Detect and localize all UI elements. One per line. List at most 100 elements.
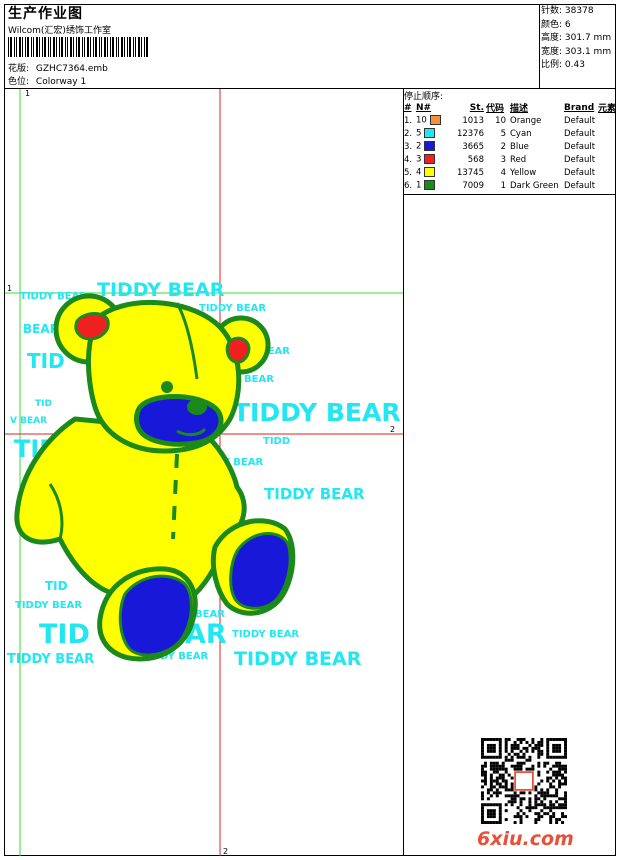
qr-module <box>519 755 523 759</box>
qr-module <box>552 770 556 774</box>
qr-module <box>540 749 544 753</box>
qr-module <box>510 785 514 789</box>
qr-module <box>549 815 553 819</box>
qr-module <box>552 746 556 750</box>
barcode-bar <box>116 37 117 57</box>
qr-module <box>534 746 538 750</box>
qr-module <box>495 779 499 783</box>
qr-module <box>540 740 544 744</box>
barcode-bar <box>33 37 34 57</box>
qr-module <box>498 785 502 789</box>
qr-module <box>504 818 508 822</box>
qr-module <box>519 821 523 824</box>
table-divider <box>403 194 616 195</box>
qr-module <box>549 818 553 822</box>
qr-module <box>492 815 496 819</box>
qr-module <box>510 764 514 768</box>
qr-module <box>555 818 559 822</box>
qr-module <box>549 782 553 786</box>
qr-module <box>546 761 550 765</box>
barcode-bar <box>14 37 15 57</box>
qr-module <box>552 779 556 783</box>
qr-module <box>501 779 505 783</box>
qr-module <box>489 767 493 771</box>
qr-module <box>513 794 517 798</box>
qr-module <box>481 806 484 810</box>
guide-label-h1: 1 <box>7 284 12 293</box>
barcode-bar <box>110 37 111 57</box>
qr-module <box>546 788 550 792</box>
col-brand: Brand <box>564 102 595 113</box>
qr-module <box>481 738 484 741</box>
qr-module <box>549 821 553 824</box>
barcode-bar <box>133 37 134 57</box>
qr-module <box>564 779 567 783</box>
stats-block: 针数: 38378 颜色: 6 高度: 301.7 mm 宽度: 303.1 m… <box>541 5 611 73</box>
row-stitches: 568 <box>467 154 484 165</box>
qr-module <box>516 738 520 741</box>
qr-module <box>504 755 508 759</box>
qr-module <box>504 788 508 792</box>
barcode-bar <box>112 37 114 57</box>
colorway-label: 色位: <box>8 77 30 87</box>
qr-module <box>492 770 496 774</box>
barcode-bar <box>10 37 12 57</box>
qr-module <box>504 758 508 762</box>
qr-module <box>489 773 493 777</box>
qr-module <box>486 815 490 819</box>
qr-module <box>534 797 538 801</box>
qr-module <box>537 749 541 753</box>
qr-module <box>564 746 567 750</box>
row-brand: Default <box>564 128 596 139</box>
barcode-bar <box>93 37 94 57</box>
qr-module <box>534 803 538 807</box>
qr-module <box>483 779 487 783</box>
row-element <box>598 114 620 127</box>
qr-module <box>489 746 493 750</box>
qr-module <box>519 767 523 771</box>
qr-module <box>483 761 487 765</box>
qr-module <box>492 761 496 765</box>
qr-module <box>483 755 487 759</box>
barcode-bar <box>135 37 136 57</box>
qr-module <box>552 749 556 753</box>
qr-module <box>495 803 499 807</box>
qr-module <box>552 738 556 741</box>
qr-module <box>519 761 523 765</box>
barcode-bar <box>31 37 32 57</box>
qr-module <box>498 764 502 768</box>
color-swatch <box>424 167 436 178</box>
col-code: 代码 <box>486 104 505 114</box>
qr-module <box>549 738 553 741</box>
qr-module <box>561 821 565 824</box>
row-element <box>598 179 620 192</box>
qr-module <box>510 776 514 780</box>
qr-module <box>498 776 502 780</box>
qr-module <box>498 803 502 807</box>
qr-module <box>537 752 541 756</box>
tiddy-bear-text: TIDDY BEAR <box>15 600 82 611</box>
barcode-bar <box>90 37 91 57</box>
qr-module <box>528 755 532 759</box>
qr-module <box>540 752 544 756</box>
qr-module <box>558 803 562 807</box>
qr-module <box>481 812 484 816</box>
bear-right-inner-ear <box>225 336 251 364</box>
qr-module <box>549 776 553 780</box>
qr-module <box>561 755 565 759</box>
qr-module <box>481 818 484 822</box>
qr-module <box>516 812 520 816</box>
qr-module <box>516 761 520 765</box>
row-stitches: 13745 <box>456 167 484 178</box>
site-logo[interactable]: 6xiu.com <box>477 828 574 850</box>
qr-module <box>481 773 484 777</box>
row-stitches: 1013 <box>462 115 484 126</box>
guide-label-v2: 2 <box>223 847 228 856</box>
qr-module <box>486 746 490 750</box>
qr-module <box>525 740 529 744</box>
qr-module <box>540 800 544 804</box>
qr-code[interactable] <box>481 738 567 824</box>
qr-module <box>489 785 493 789</box>
stop-row: 5. 4 13745 4 Yellow Default <box>403 166 620 179</box>
row-description: Red <box>510 154 527 165</box>
